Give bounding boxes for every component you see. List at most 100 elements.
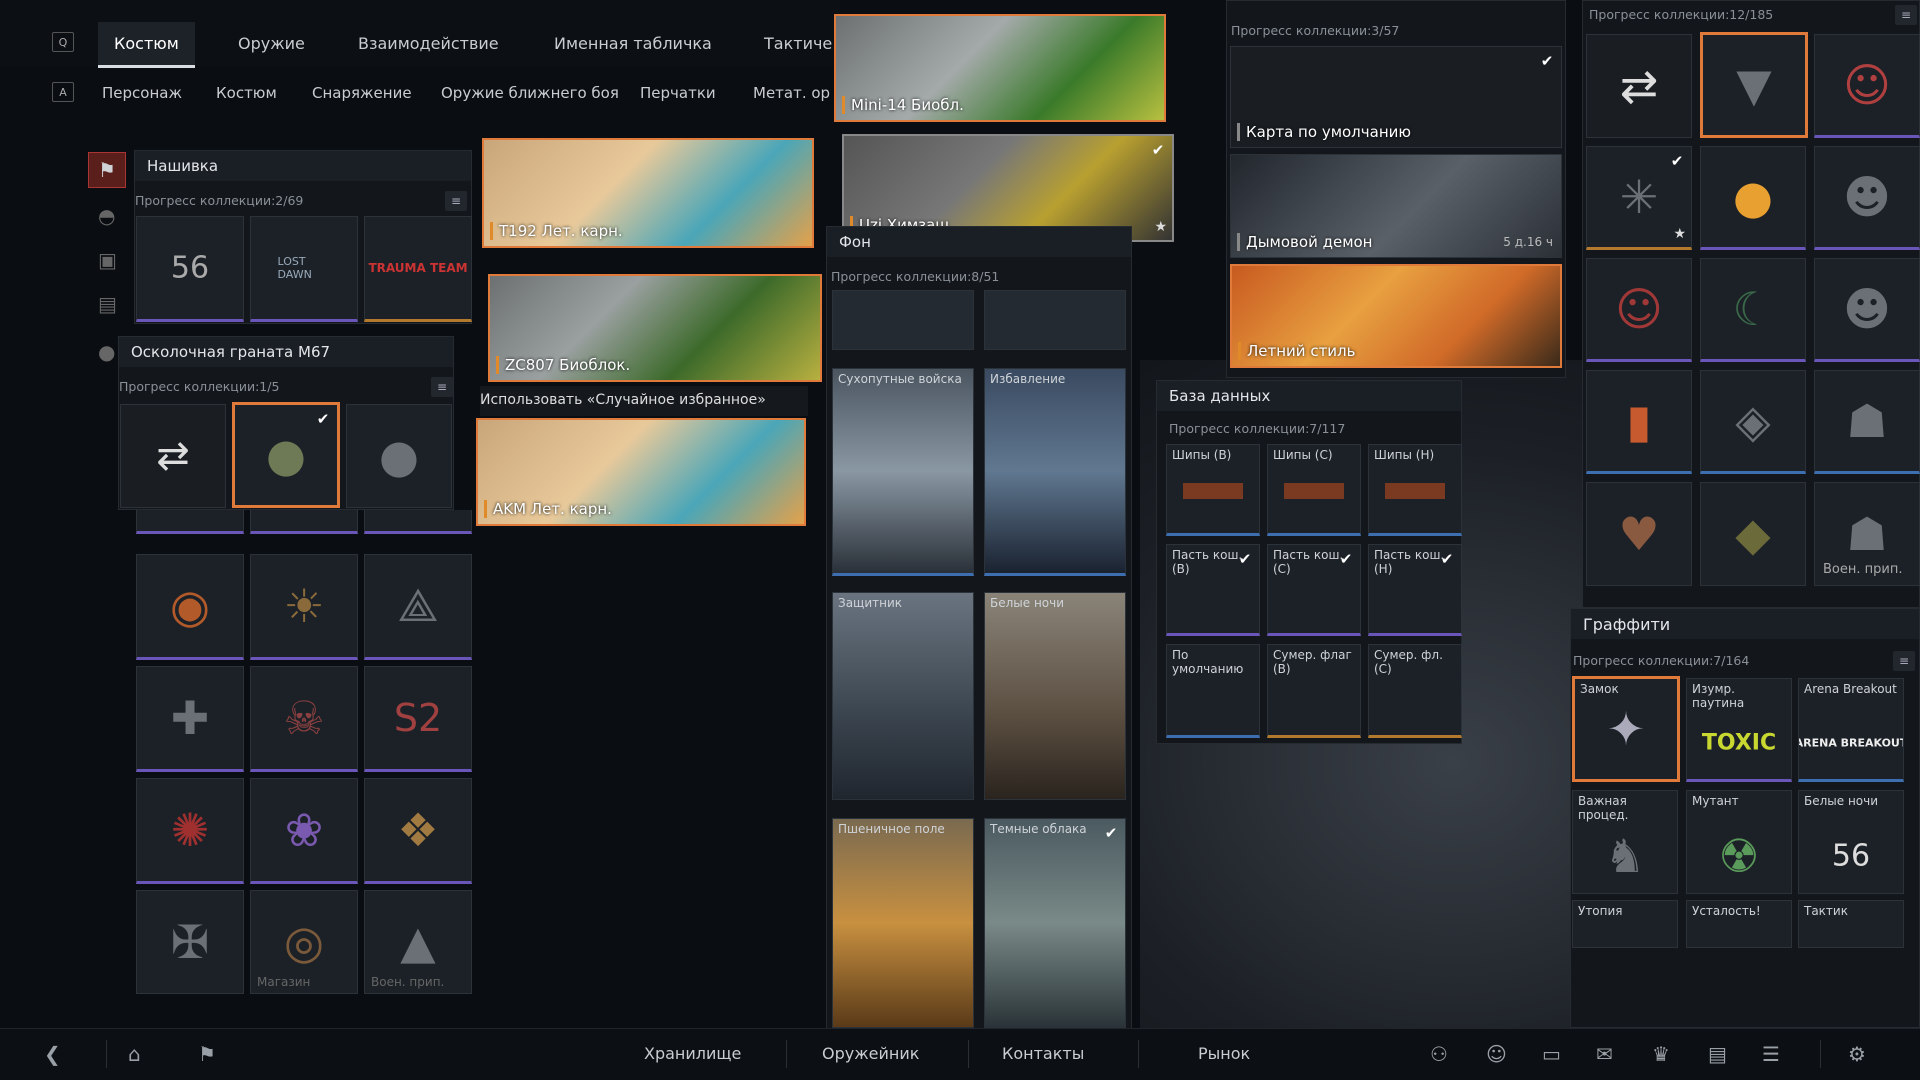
charm-item[interactable]: ☺ <box>1814 34 1920 138</box>
vest-icon[interactable]: ▣ <box>98 248 117 272</box>
charm-item-selected[interactable]: ▼ <box>1700 32 1808 138</box>
friends-icon[interactable]: ⚇ <box>1430 1042 1448 1066</box>
background-item[interactable] <box>832 290 974 350</box>
graffiti-item-arena-breakout[interactable]: Arena Breakout ARENA BREAKOUT <box>1798 678 1904 782</box>
charm-item[interactable]: ☺ <box>1586 258 1692 362</box>
patch-item[interactable]: ❖ <box>364 778 472 884</box>
patch-item[interactable]: ☠ <box>250 666 358 772</box>
list-view-icon[interactable]: ≡ <box>431 377 453 397</box>
charm-item[interactable]: ◆ <box>1700 482 1806 586</box>
patch-item-store[interactable]: ◎ Магазин <box>250 890 358 994</box>
charm-item[interactable]: ● <box>1700 146 1806 250</box>
random-shuffle-button[interactable]: ⇄ <box>120 404 226 508</box>
subtab-costume[interactable]: Костюм <box>216 84 277 102</box>
home-icon[interactable]: ⌂ <box>128 1042 141 1066</box>
patch-item-trauma-team[interactable]: TRAUMA TEAM <box>364 216 472 322</box>
patch-item[interactable]: S2 <box>364 666 472 772</box>
charm-item[interactable]: ☗ <box>1814 370 1920 474</box>
helmet-icon[interactable]: ◓ <box>98 204 115 228</box>
database-item-cat-jaw-b[interactable]: Пасть кош. (B) ✔ <box>1166 544 1260 636</box>
nav-gunsmith[interactable]: Оружейник <box>822 1044 919 1063</box>
charm-item[interactable]: ♥ <box>1586 482 1692 586</box>
patch-item[interactable]: ✺ <box>136 778 244 884</box>
profile-icon[interactable]: ☺ <box>1486 1042 1507 1066</box>
grenade-item[interactable]: ● <box>346 404 452 508</box>
charm-item-military[interactable]: ☗ Воен. прип. <box>1814 482 1920 586</box>
weapon-skin-mini14[interactable]: Mini-14 Биобл. <box>834 14 1166 122</box>
tab-nameplate[interactable]: Именная табличка <box>538 22 728 65</box>
background-item-deliverance[interactable]: Избавление <box>984 368 1126 576</box>
tab-interaction[interactable]: Взаимодействие <box>342 22 515 65</box>
charm-item[interactable]: ☻ <box>1814 146 1920 250</box>
graffiti-item-utopia[interactable]: Утопия <box>1572 900 1678 948</box>
charm-item[interactable]: ✳ ✔ ★ <box>1586 146 1692 250</box>
database-item-cat-jaw-h[interactable]: Пасть кош. (H) ✔ <box>1368 544 1462 636</box>
charm-shuffle-button[interactable]: ⇄ <box>1586 34 1692 138</box>
background-item-white-nights[interactable]: Белые ночи <box>984 592 1126 800</box>
database-item-spikes-b[interactable]: Шипы (B) <box>1166 444 1260 536</box>
subtab-melee[interactable]: Оружие ближнего боя <box>441 84 619 102</box>
back-arrow-icon[interactable]: ❮ <box>44 1042 61 1066</box>
charm-item[interactable]: ☾ <box>1700 258 1806 362</box>
subtab-equipment[interactable]: Снаряжение <box>312 84 412 102</box>
patch-item[interactable]: ☀ <box>250 554 358 660</box>
database-item-cat-jaw-c[interactable]: Пасть кош. (C) ✔ <box>1267 544 1361 636</box>
flag-icon[interactable]: ⚑ <box>198 1042 216 1066</box>
subtab-throwables[interactable]: Метат. ор <box>753 84 830 102</box>
map-item-smoke-demon[interactable]: Дымовой демон 5 д.16 ч <box>1230 154 1562 258</box>
trophy-icon[interactable]: ♛ <box>1652 1042 1670 1066</box>
list-icon[interactable]: ☰ <box>1762 1042 1780 1066</box>
graffiti-item-white-nights[interactable]: Белые ночи 56 <box>1798 790 1904 894</box>
document-icon[interactable]: ▤ <box>1708 1042 1727 1066</box>
charm-item[interactable]: ▮ <box>1586 370 1692 474</box>
database-item-default[interactable]: По умолчанию <box>1166 644 1260 738</box>
patch-category-icon[interactable]: ⚑ <box>88 152 126 188</box>
tab-costume[interactable]: Костюм <box>98 22 195 68</box>
weapon-skin-zc807[interactable]: ZC807 Биоблок. <box>488 274 822 382</box>
map-item-summer-style[interactable]: Летний стиль <box>1230 264 1562 368</box>
settings-gear-icon[interactable]: ⚙ <box>1848 1042 1866 1066</box>
charm-item[interactable]: ☻ <box>1814 258 1920 362</box>
graffiti-item-tactic[interactable]: Тактик <box>1798 900 1904 948</box>
list-view-icon[interactable]: ≡ <box>1893 651 1915 671</box>
grenade-category-icon[interactable]: ● <box>98 340 115 364</box>
background-item-ground-forces[interactable]: Сухопутные войска <box>832 368 974 576</box>
patch-item-lost-dawn[interactable]: LOST DAWN <box>250 216 358 322</box>
patch-item[interactable]: ◉ <box>136 554 244 660</box>
background-item[interactable] <box>984 290 1126 350</box>
nav-contacts[interactable]: Контакты <box>1002 1044 1084 1063</box>
nav-storage[interactable]: Хранилище <box>644 1044 741 1063</box>
graffiti-item-castle[interactable]: Замок ✦ <box>1572 676 1680 782</box>
graffiti-item-emerald-web[interactable]: Изумр. паутина TOXIC <box>1686 678 1792 782</box>
background-item-wheat-field[interactable]: Пшеничное поле <box>832 818 974 1028</box>
graffiti-item-fatigue[interactable]: Усталость! <box>1686 900 1792 948</box>
patch-item-military[interactable]: ▲ Воен. прип. <box>364 890 472 994</box>
list-view-icon[interactable]: ≡ <box>1895 5 1917 25</box>
background-item-dark-clouds[interactable]: Темные облака ✔ <box>984 818 1126 1028</box>
weapon-skin-akm[interactable]: AKM Лет. карн. <box>476 418 806 526</box>
map-item-default[interactable]: Карта по умолчанию ✔ <box>1230 46 1562 148</box>
patch-item[interactable]: ✠ <box>136 890 244 994</box>
patch-item-56[interactable]: 56 <box>136 216 244 322</box>
patch-item[interactable]: ❀ <box>250 778 358 884</box>
chat-icon[interactable]: ▭ <box>1542 1042 1561 1066</box>
patch-item[interactable]: ⟁ <box>364 554 472 660</box>
graffiti-item-mutant[interactable]: Мутант ☢ <box>1686 790 1792 894</box>
weapon-skin-t192[interactable]: T192 Лет. карн. <box>482 138 814 248</box>
patch-item[interactable]: ✚ <box>136 666 244 772</box>
mail-icon[interactable]: ✉ <box>1596 1042 1613 1066</box>
subtab-gloves[interactable]: Перчатки <box>640 84 716 102</box>
random-favorite-option[interactable]: Использовать «Случайное избранное» <box>480 386 808 416</box>
database-item-dusk-flag-c[interactable]: Сумер. фл. (C) <box>1368 644 1462 738</box>
charm-item[interactable]: ◈ <box>1700 370 1806 474</box>
grenade-item-selected[interactable]: ● ✔ <box>232 402 340 508</box>
graffiti-item-important-procedure[interactable]: Важная процед. ♞ <box>1572 790 1678 894</box>
nav-market[interactable]: Рынок <box>1198 1044 1250 1063</box>
subtab-character[interactable]: Персонаж <box>102 84 182 102</box>
database-item-spikes-h[interactable]: Шипы (H) <box>1368 444 1462 536</box>
database-item-spikes-c[interactable]: Шипы (C) <box>1267 444 1361 536</box>
background-item-defender[interactable]: Защитник <box>832 592 974 800</box>
backpack-icon[interactable]: ▤ <box>98 292 117 316</box>
tab-weapons[interactable]: Оружие <box>222 22 321 65</box>
list-view-icon[interactable]: ≡ <box>445 191 467 211</box>
